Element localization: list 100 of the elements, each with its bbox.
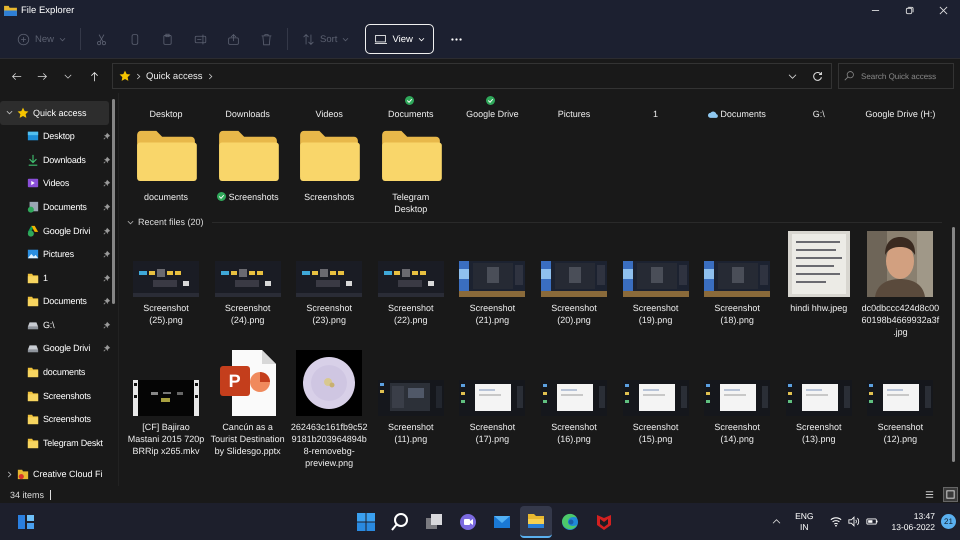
file-name[interactable]: Screenshot (24).png bbox=[208, 302, 287, 326]
nav-item[interactable]: Documents bbox=[0, 195, 111, 219]
file-name[interactable]: Screenshot (16).png bbox=[534, 421, 613, 445]
file-name[interactable]: Screenshot (18).png bbox=[698, 302, 776, 326]
sync-check-icon bbox=[404, 96, 414, 105]
chevron-right-icon bbox=[208, 72, 212, 80]
folder-icon[interactable] bbox=[134, 129, 198, 181]
tiles-view-button[interactable] bbox=[943, 487, 958, 502]
battery-icon[interactable] bbox=[866, 516, 878, 527]
scrollbar[interactable] bbox=[112, 99, 115, 304]
search-field[interactable]: Search Quick access bbox=[838, 63, 954, 89]
refresh-icon[interactable] bbox=[812, 70, 823, 82]
notification-badge[interactable]: 21 bbox=[941, 514, 956, 529]
nav-item[interactable]: Desktop bbox=[0, 124, 111, 148]
arrow-up-icon bbox=[88, 70, 100, 82]
folder-icon[interactable] bbox=[297, 129, 362, 181]
pinned-location[interactable]: 1 bbox=[653, 109, 658, 119]
restore-icon bbox=[904, 6, 914, 14]
desktop-icon bbox=[27, 130, 39, 142]
folder-icon bbox=[27, 295, 39, 308]
file-name[interactable]: Screenshot (19).png bbox=[616, 302, 695, 326]
image-icon bbox=[27, 248, 39, 260]
nav-item[interactable]: documents bbox=[0, 360, 111, 384]
file-name[interactable]: 262463c161fb9c529181b203964894b8-removebg-preview.png bbox=[290, 421, 368, 469]
file-name[interactable]: Screenshot (13).png bbox=[780, 421, 858, 445]
folder-name[interactable]: documents bbox=[131, 191, 201, 203]
address-bar[interactable]: Quick access bbox=[112, 63, 832, 89]
search-icon bbox=[390, 512, 410, 532]
folder-name[interactable]: Telegram Desktop bbox=[376, 191, 446, 215]
chevron-down-icon bbox=[64, 72, 72, 80]
file-name[interactable]: Screenshot (17).png bbox=[453, 421, 532, 445]
nav-item[interactable]: Google Drivi bbox=[0, 336, 111, 360]
drive-sync-icon bbox=[27, 224, 39, 237]
browser-icon bbox=[560, 512, 580, 532]
file-name[interactable]: Screenshot (14).png bbox=[698, 421, 776, 445]
file-name[interactable]: hindi hhw.jpeg bbox=[780, 302, 858, 314]
file-name[interactable]: Screenshot (20).png bbox=[534, 302, 613, 326]
nav-item[interactable]: Documents bbox=[0, 290, 111, 314]
pinned-location[interactable]: Pictures bbox=[558, 109, 590, 119]
section-heading[interactable]: Recent files (20) bbox=[138, 217, 204, 227]
windows-icon bbox=[356, 512, 376, 532]
file-name[interactable]: Screenshot (23).png bbox=[290, 302, 368, 326]
pinned-location[interactable]: Videos bbox=[316, 109, 343, 119]
volume-icon[interactable] bbox=[848, 516, 860, 527]
task-view-icon bbox=[424, 512, 444, 532]
nav-item[interactable]: Quick access bbox=[0, 101, 109, 125]
nav-item[interactable]: Pictures bbox=[0, 242, 111, 266]
pinned-location[interactable]: G:\ bbox=[812, 109, 825, 119]
file-name[interactable]: Screenshot (12).png bbox=[861, 421, 940, 445]
explorer-button[interactable] bbox=[520, 506, 552, 538]
pinned-location[interactable]: Google Drive (H:) bbox=[865, 109, 936, 119]
pinned-location[interactable]: Google Drive bbox=[466, 109, 519, 119]
scrollbar[interactable] bbox=[952, 227, 955, 462]
nav-item[interactable]: Creative Cloud Fi bbox=[0, 462, 109, 486]
folder-icon bbox=[27, 436, 39, 449]
download-icon bbox=[27, 154, 39, 166]
square-icon bbox=[945, 489, 956, 500]
file-name[interactable]: Screenshot (15).png bbox=[616, 421, 695, 445]
language-indicator[interactable]: ENG IN bbox=[795, 510, 814, 532]
arrow-right-icon bbox=[36, 70, 48, 82]
file-name[interactable]: Cancún as a Tourist Destination by Slidesgo.pptx bbox=[208, 421, 287, 457]
pinned-location[interactable]: Documents bbox=[708, 109, 766, 119]
sync-check-icon bbox=[216, 192, 226, 201]
file-name[interactable]: dc0dbccc424d8c0060198b4669932a3f.jpg bbox=[861, 302, 940, 338]
arrow-left-icon bbox=[10, 70, 22, 82]
document-sync-icon bbox=[27, 201, 39, 214]
caret-icon bbox=[59, 36, 66, 42]
nav-item[interactable]: Screenshots bbox=[0, 384, 111, 408]
file-name[interactable]: Screenshot (22).png bbox=[372, 302, 450, 326]
folder-icon bbox=[17, 468, 29, 480]
folder-name[interactable]: Screenshots bbox=[294, 191, 364, 203]
file-name[interactable]: Screenshot (11).png bbox=[372, 421, 450, 445]
chevron-down-icon[interactable] bbox=[127, 218, 134, 226]
file-name[interactable]: Screenshot (21).png bbox=[453, 302, 532, 326]
nav-item[interactable]: Videos bbox=[0, 172, 111, 196]
cloud-icon bbox=[708, 110, 718, 118]
chevron-up-icon[interactable] bbox=[772, 518, 782, 525]
file-name[interactable]: [CF] Bajirao Mastani 2015 720p BRRip x265.mkv bbox=[127, 421, 205, 457]
video-icon bbox=[27, 177, 39, 190]
nav-item[interactable]: Downloads bbox=[0, 148, 111, 172]
nav-item[interactable]: Telegram Deskt bbox=[0, 430, 111, 454]
sync-check-icon bbox=[486, 96, 496, 105]
breadcrumb[interactable]: Quick access bbox=[146, 70, 202, 82]
pinned-location[interactable]: Documents bbox=[388, 109, 434, 119]
file-name[interactable]: Screenshot (25).png bbox=[127, 302, 205, 326]
wifi-icon[interactable] bbox=[830, 516, 842, 527]
nav-item[interactable]: G:\ bbox=[0, 313, 111, 337]
caret-icon bbox=[418, 36, 425, 42]
star-icon bbox=[119, 70, 131, 82]
folder-name[interactable]: Screenshots bbox=[212, 191, 283, 203]
view-button[interactable]: View bbox=[365, 24, 434, 54]
folder-icon bbox=[27, 390, 39, 402]
pinned-location[interactable]: Downloads bbox=[225, 109, 270, 119]
pinned-location[interactable]: Desktop bbox=[149, 109, 183, 119]
nav-item[interactable]: Screenshots bbox=[0, 407, 111, 431]
chevron-right-icon bbox=[136, 72, 141, 80]
nav-item[interactable]: Google Drivi bbox=[0, 218, 111, 242]
window-title: File Explorer bbox=[21, 4, 74, 16]
clock[interactable]: 13:47 13-06-2022 bbox=[892, 510, 935, 532]
nav-item[interactable]: 1 bbox=[0, 266, 111, 290]
